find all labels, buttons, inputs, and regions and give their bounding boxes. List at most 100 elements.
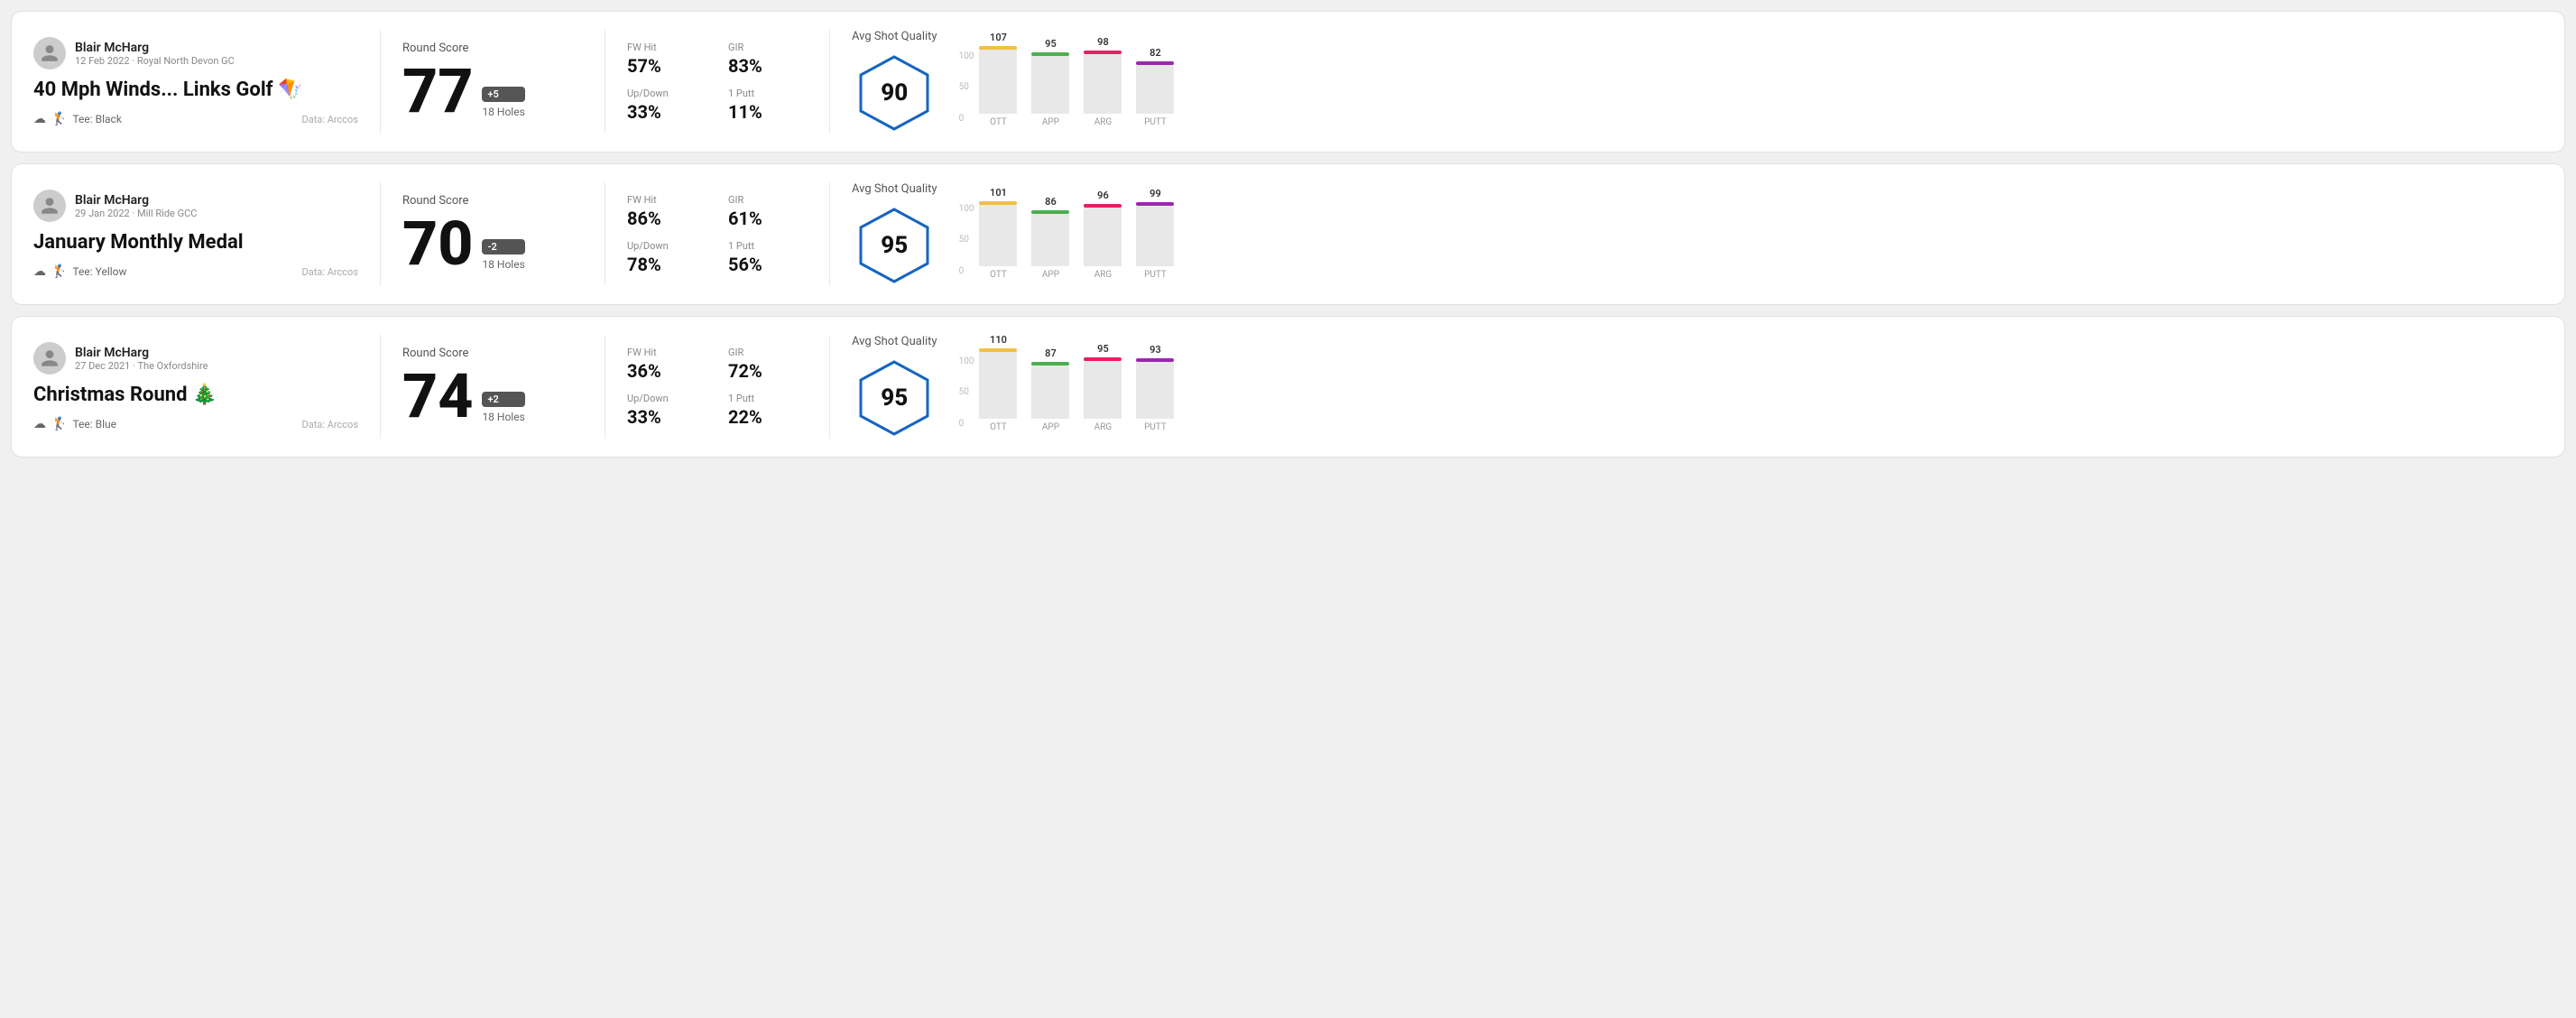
bar-bg-2: [1084, 204, 1122, 266]
y-axis-labels: 100 50 0: [959, 356, 974, 429]
user-icon: [40, 196, 60, 216]
quality-label: Avg Shot Quality: [852, 30, 937, 43]
date-course: 29 Jan 2022 · Mill Ride GCC: [75, 208, 197, 219]
bar-col-2: 95 ARG: [1084, 343, 1122, 432]
tee-row: ☁ 🏌 Tee: Yellow Data: Arccos: [33, 264, 358, 279]
oneputt-value: 22%: [728, 406, 808, 428]
y-label-50: 50: [959, 82, 974, 92]
weather-icon: ☁: [33, 417, 46, 431]
y-label-50: 50: [959, 387, 974, 397]
bar-line-3: [1136, 202, 1174, 206]
hexagon-container: 90: [852, 52, 937, 134]
bar-value-1: 86: [1045, 196, 1057, 208]
bar-chart: 107 OTT 95 APP: [979, 37, 1174, 127]
bar-line-2: [1084, 204, 1122, 208]
user-icon: [40, 348, 60, 368]
bar-label-3: PUTT: [1144, 422, 1167, 432]
user-info: Blair McHarg 29 Jan 2022 · Mill Ride GCC: [75, 193, 197, 219]
gir-stat: GIR 83%: [728, 42, 808, 77]
avatar: [33, 190, 66, 222]
bar-bg-3: [1136, 61, 1174, 114]
golf-bag-icon: 🏌: [51, 112, 67, 126]
gir-value: 72%: [728, 360, 808, 382]
round-score-label: Round Score: [402, 194, 583, 208]
bar-line-1: [1031, 210, 1069, 214]
bar-value-3: 99: [1150, 188, 1161, 199]
bar-col-1: 86 APP: [1031, 196, 1069, 280]
tee-info: ☁ 🏌 Tee: Black: [33, 112, 122, 126]
score-main: 74 +2 18 Holes: [402, 366, 583, 427]
gir-stat: GIR 72%: [728, 347, 808, 382]
data-source: Data: Arccos: [302, 419, 358, 430]
score-section: Round Score 74 +2 18 Holes: [402, 347, 583, 427]
score-detail: +2 18 Holes: [482, 392, 524, 427]
round-score-label: Round Score: [402, 347, 583, 360]
hex-score: 95: [881, 232, 908, 259]
bar-line-0: [979, 348, 1017, 352]
stats-section: FW Hit 57% GIR 83% Up/Down 33% 1 Putt 11…: [627, 42, 808, 123]
gir-label: GIR: [728, 347, 808, 358]
y-label-100: 100: [959, 356, 974, 366]
fw-hit-label: FW Hit: [627, 347, 706, 358]
round-title: 40 Mph Winds... Links Golf 🪁: [33, 79, 358, 101]
y-label-0: 0: [959, 419, 974, 429]
stats-grid: FW Hit 57% GIR 83% Up/Down 33% 1 Putt 11…: [627, 42, 808, 123]
chart-section: 100 50 0 101 OTT 86: [959, 190, 2543, 280]
y-label-0: 0: [959, 114, 974, 124]
quality-section: Avg Shot Quality 95 100 50 0 110 OTT: [852, 335, 2543, 439]
fw-hit-stat: FW Hit 57%: [627, 42, 706, 77]
bar-bg-2: [1084, 357, 1122, 419]
bar-label-1: APP: [1042, 422, 1059, 432]
bar-value-3: 82: [1150, 47, 1161, 59]
tee-info: ☁ 🏌 Tee: Blue: [33, 417, 116, 431]
updown-value: 33%: [627, 101, 706, 123]
round-title: Christmas Round 🎄: [33, 384, 358, 406]
bar-line-2: [1084, 51, 1122, 54]
oneputt-label: 1 Putt: [728, 240, 808, 252]
chart-section: 100 50 0 107 OTT 95: [959, 37, 2543, 127]
score-holes: 18 Holes: [482, 258, 524, 271]
updown-label: Up/Down: [627, 393, 706, 404]
round-card-3: Blair McHarg 27 Dec 2021 · The Oxfordshi…: [11, 316, 2565, 458]
score-section: Round Score 77 +5 18 Holes: [402, 42, 583, 122]
oneputt-stat: 1 Putt 22%: [728, 393, 808, 428]
bar-col-3: 82 PUTT: [1136, 47, 1174, 127]
quality-left: Avg Shot Quality 95: [852, 182, 937, 286]
oneputt-label: 1 Putt: [728, 393, 808, 404]
tee-info: ☁ 🏌 Tee: Yellow: [33, 264, 127, 279]
chart-wrapper: 100 50 0 107 OTT 95: [959, 37, 2543, 127]
gir-value: 83%: [728, 55, 808, 77]
fw-hit-label: FW Hit: [627, 194, 706, 206]
chart-wrapper: 100 50 0 101 OTT 86: [959, 190, 2543, 280]
bar-bg-0: [979, 348, 1017, 419]
divider-3: [829, 335, 830, 439]
score-main: 77 +5 18 Holes: [402, 60, 583, 122]
bar-bg-1: [1031, 210, 1069, 266]
bar-line-0: [979, 201, 1017, 205]
hexagon: 95: [854, 205, 935, 286]
date-course: 12 Feb 2022 · Royal North Devon GC: [75, 55, 235, 67]
divider-3: [829, 30, 830, 134]
score-holes: 18 Holes: [482, 106, 524, 118]
bar-value-1: 87: [1045, 347, 1057, 359]
updown-stat: Up/Down 33%: [627, 88, 706, 123]
y-axis-labels: 100 50 0: [959, 51, 974, 124]
bar-col-1: 87 APP: [1031, 347, 1069, 432]
bar-line-3: [1136, 358, 1174, 362]
data-source: Data: Arccos: [302, 114, 358, 125]
score-number: 74: [402, 366, 473, 427]
fw-hit-stat: FW Hit 86%: [627, 194, 706, 229]
user-icon: [40, 43, 60, 63]
date-course: 27 Dec 2021 · The Oxfordshire: [75, 360, 208, 372]
bar-label-2: ARG: [1094, 422, 1113, 432]
weather-icon: ☁: [33, 264, 46, 279]
oneputt-value: 11%: [728, 101, 808, 123]
bar-line-3: [1136, 61, 1174, 65]
fw-hit-value: 57%: [627, 55, 706, 77]
y-label-0: 0: [959, 266, 974, 276]
gir-label: GIR: [728, 42, 808, 53]
bar-chart: 110 OTT 87 APP: [979, 342, 1174, 432]
bar-bg-0: [979, 46, 1017, 114]
user-info: Blair McHarg 27 Dec 2021 · The Oxfordshi…: [75, 346, 208, 372]
hexagon-container: 95: [852, 205, 937, 286]
